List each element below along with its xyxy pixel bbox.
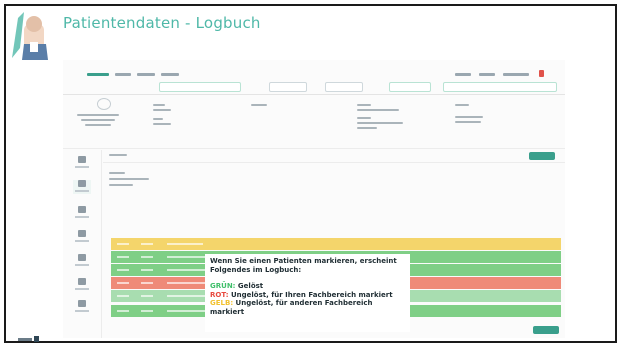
yellow-label: GELB: bbox=[210, 299, 234, 308]
filter-select[interactable] bbox=[325, 82, 363, 92]
sidebar-item[interactable] bbox=[73, 254, 91, 268]
menu-item[interactable] bbox=[161, 73, 179, 76]
filter-select[interactable] bbox=[443, 82, 557, 92]
yellow-text: Ungelöst, für anderen Fachbereich markie… bbox=[210, 299, 373, 316]
menu-item[interactable] bbox=[115, 73, 131, 76]
filter-select[interactable] bbox=[269, 82, 307, 92]
patient-avatar bbox=[97, 98, 111, 110]
app-topbar bbox=[63, 60, 565, 95]
sidebar-item[interactable] bbox=[73, 278, 91, 292]
search-field[interactable] bbox=[159, 82, 241, 92]
note-intro: Wenn Sie einen Patienten markieren, ersc… bbox=[210, 257, 397, 274]
red-text: Ungelöst, für Ihren Fachbereich markiert bbox=[228, 290, 393, 299]
sidebar-item[interactable] bbox=[73, 156, 91, 170]
app-logo bbox=[87, 73, 109, 76]
logo-icon bbox=[12, 12, 48, 60]
green-label: GRÜN: bbox=[210, 282, 236, 291]
user-item[interactable] bbox=[455, 73, 471, 76]
patient-info bbox=[63, 96, 565, 149]
sidebar-item[interactable] bbox=[73, 300, 91, 314]
footer-logo-icon bbox=[18, 336, 39, 342]
note-yellow: GELB: Ungelöst, für anderen Fachbereich … bbox=[210, 299, 405, 316]
user-item[interactable] bbox=[503, 73, 529, 76]
sidebar-item[interactable] bbox=[73, 206, 91, 220]
filter-select[interactable] bbox=[389, 82, 431, 92]
new-entry-button[interactable] bbox=[529, 152, 555, 160]
menu-item[interactable] bbox=[137, 73, 155, 76]
logbook-title bbox=[109, 154, 127, 156]
sidebar bbox=[63, 150, 102, 338]
note-green: GRÜN: Gelöst bbox=[210, 282, 405, 291]
sidebar-item[interactable] bbox=[73, 230, 91, 244]
alert-icon[interactable] bbox=[539, 70, 544, 77]
user-item[interactable] bbox=[479, 73, 495, 76]
green-text: Gelöst bbox=[235, 282, 264, 291]
red-label: ROT: bbox=[210, 290, 229, 299]
sidebar-item-logbook[interactable] bbox=[73, 180, 91, 194]
note-red: ROT: Ungelöst, für Ihren Fachbereich mar… bbox=[210, 291, 405, 300]
log-row-yellow[interactable] bbox=[111, 238, 561, 250]
logbook-header bbox=[103, 150, 565, 163]
page-title: Patientendaten - Logbuch bbox=[63, 14, 261, 32]
save-button[interactable] bbox=[533, 326, 559, 334]
legend-note: Wenn Sie einen Patienten markieren, ersc… bbox=[205, 254, 410, 332]
